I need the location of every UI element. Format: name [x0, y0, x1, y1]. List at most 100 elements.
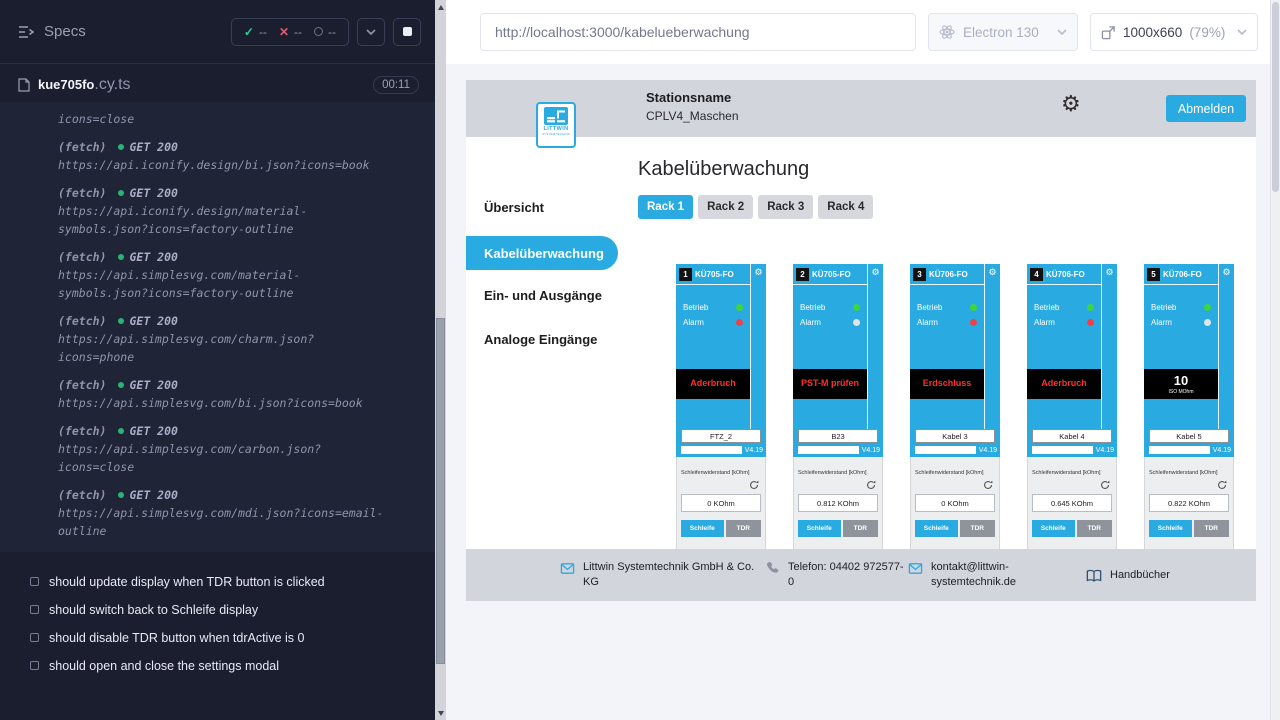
footer-email[interactable]: kontakt@littwin-systemtechnik.de: [908, 560, 1086, 590]
scrollbar-track[interactable]: [435, 14, 446, 706]
tdr-button[interactable]: TDR: [1194, 520, 1229, 537]
betrieb-label: Betrieb: [917, 303, 942, 312]
page-scrollbar[interactable]: [1270, 0, 1280, 720]
tab-rack-2[interactable]: Rack 2: [698, 195, 753, 219]
cable-name: FTZ_2: [681, 429, 761, 443]
alarm-label: Alarm: [1034, 318, 1055, 327]
sidebar-item-uebersicht[interactable]: Übersicht: [466, 192, 638, 222]
browser-selector[interactable]: Electron 130: [928, 13, 1078, 51]
runner-header: Specs ✓-- ✕-- --: [0, 0, 435, 64]
card-settings-gear-icon[interactable]: ⚙: [871, 268, 879, 429]
alarm-led: [1087, 319, 1094, 326]
cable-name: B23: [798, 429, 878, 443]
logout-button[interactable]: Abmelden: [1166, 95, 1246, 122]
stat-passed: ✓--: [244, 25, 267, 39]
schleife-button[interactable]: Schleife: [1149, 520, 1192, 537]
app-viewport: LITTWIN SYSTEMTECHNIK Stationsname CPLV4…: [466, 80, 1256, 601]
version-bar: [798, 446, 859, 454]
alarm-label: Alarm: [1151, 318, 1172, 327]
chevron-down-icon: [1057, 29, 1067, 35]
refresh-icon[interactable]: [866, 480, 876, 490]
scroll-down-arrow[interactable]: [435, 706, 446, 720]
app-header: LITTWIN SYSTEMTECHNIK Stationsname CPLV4…: [466, 80, 1256, 137]
specs-toggle[interactable]: Specs: [18, 23, 86, 40]
status-display: 10 ISO MOhm: [1144, 369, 1218, 399]
refresh-icon[interactable]: [1100, 480, 1110, 490]
request-url: https://api.simplesvg.com/carbon.json?ic…: [58, 440, 386, 476]
sidebar-item-analoge-eingaenge[interactable]: Analoge Eingänge: [466, 324, 638, 354]
test-item[interactable]: should disable TDR button when tdrActive…: [0, 624, 435, 652]
betrieb-led: [736, 304, 743, 311]
command-log: icons=close (fetch)GET 200 https://api.i…: [0, 102, 435, 552]
stat-pending: --: [314, 25, 336, 39]
card-settings-gear-icon[interactable]: ⚙: [754, 268, 762, 429]
device-card-5: 5 KÜ706-FO Betrieb Alarm 10: [1144, 264, 1234, 559]
card-number-badge: 3: [913, 268, 926, 281]
alarm-led: [853, 319, 860, 326]
tab-rack-1[interactable]: Rack 1: [638, 195, 693, 219]
test-list: should update display when TDR button is…: [0, 552, 435, 680]
sidebar-item-kabelueberwachung[interactable]: Kabelüberwachung: [466, 236, 618, 270]
settings-gear-icon[interactable]: ⚙: [1061, 93, 1081, 115]
footer-manuals[interactable]: Handbücher: [1086, 568, 1170, 583]
schleife-button[interactable]: Schleife: [798, 520, 841, 537]
schleife-button[interactable]: Schleife: [915, 520, 958, 537]
test-item[interactable]: should update display when TDR button is…: [0, 568, 435, 596]
status-display: Aderbruch: [1027, 369, 1101, 399]
collapse-button[interactable]: [357, 18, 385, 46]
tdr-button[interactable]: TDR: [726, 520, 761, 537]
viewport-selector[interactable]: 1000x660 (79%): [1090, 13, 1258, 51]
fetch-log-entry[interactable]: (fetch)GET 200 https://api.simplesvg.com…: [58, 376, 386, 412]
scrollbar-thumb[interactable]: [436, 318, 445, 664]
fetch-log-entry[interactable]: (fetch)GET 200 https://api.simplesvg.com…: [58, 422, 386, 476]
card-settings-gear-icon[interactable]: ⚙: [1222, 268, 1230, 429]
measurement-label: Schleifenwiderstand [kOhm]: [1032, 470, 1112, 476]
runner-scrollbar[interactable]: [435, 0, 446, 720]
scroll-up-arrow[interactable]: [435, 0, 446, 14]
card-settings-gear-icon[interactable]: ⚙: [1105, 268, 1113, 429]
test-item[interactable]: should switch back to Schleife display: [0, 596, 435, 624]
fetch-log-entry[interactable]: (fetch)GET 200 https://api.iconify.desig…: [58, 184, 386, 238]
browser-bar: http://localhost:3000/kabelueberwachung …: [446, 0, 1280, 64]
stat-failed: ✕--: [279, 25, 302, 39]
measurement-label: Schleifenwiderstand [kOhm]: [798, 470, 878, 476]
tdr-button[interactable]: TDR: [843, 520, 878, 537]
firmware-version: V4.19: [979, 447, 997, 454]
status-ok-dot: [118, 190, 124, 196]
status-ok-dot: [118, 428, 124, 434]
fetch-log-entry[interactable]: (fetch)GET 200 https://api.simplesvg.com…: [58, 248, 386, 302]
card-model-label: KÜ706-FO: [929, 270, 968, 279]
tdr-button[interactable]: TDR: [960, 520, 995, 537]
status-ok-dot: [118, 254, 124, 260]
schleife-button[interactable]: Schleife: [1032, 520, 1075, 537]
fetch-log-entry[interactable]: (fetch)GET 200 https://api.iconify.desig…: [58, 138, 386, 174]
request-url: https://api.simplesvg.com/charm.json?ico…: [58, 330, 386, 366]
card-settings-gear-icon[interactable]: ⚙: [988, 268, 996, 429]
tab-rack-3[interactable]: Rack 3: [758, 195, 813, 219]
firmware-version: V4.19: [862, 447, 880, 454]
alarm-label: Alarm: [917, 318, 938, 327]
page-title: Kabelüberwachung: [638, 158, 1256, 181]
tab-rack-4[interactable]: Rack 4: [818, 195, 873, 219]
spec-row[interactable]: kue705fo.cy.ts 00:11: [0, 64, 435, 102]
fetch-log-entry[interactable]: (fetch)GET 200 https://api.simplesvg.com…: [58, 312, 386, 366]
page-scrollbar-thumb[interactable]: [1272, 2, 1279, 192]
tdr-button[interactable]: TDR: [1077, 520, 1112, 537]
app-sidebar: Übersicht Kabelüberwachung Ein- und Ausg…: [466, 137, 638, 601]
refresh-icon[interactable]: [749, 480, 759, 490]
test-item[interactable]: should open and close the settings modal: [0, 652, 435, 680]
refresh-icon[interactable]: [1217, 480, 1227, 490]
status-ok-dot: [118, 492, 124, 498]
refresh-icon[interactable]: [983, 480, 993, 490]
device-card-1: 1 KÜ705-FO Betrieb Alarm Aderbruch: [676, 264, 766, 559]
browser-name: Electron 130: [963, 25, 1039, 40]
spec-name: kue705fo: [38, 77, 94, 92]
sidebar-item-ein-und-ausgaenge[interactable]: Ein- und Ausgänge: [466, 280, 638, 310]
url-input[interactable]: http://localhost:3000/kabelueberwachung: [480, 13, 916, 51]
fetch-log-entry[interactable]: (fetch)GET 200 https://api.simplesvg.com…: [58, 486, 386, 540]
specs-list-icon: [18, 25, 34, 39]
schleife-button[interactable]: Schleife: [681, 520, 724, 537]
request-url: https://api.simplesvg.com/bi.json?icons=…: [58, 394, 386, 412]
card-number-badge: 2: [796, 268, 809, 281]
stop-button[interactable]: [393, 18, 421, 46]
